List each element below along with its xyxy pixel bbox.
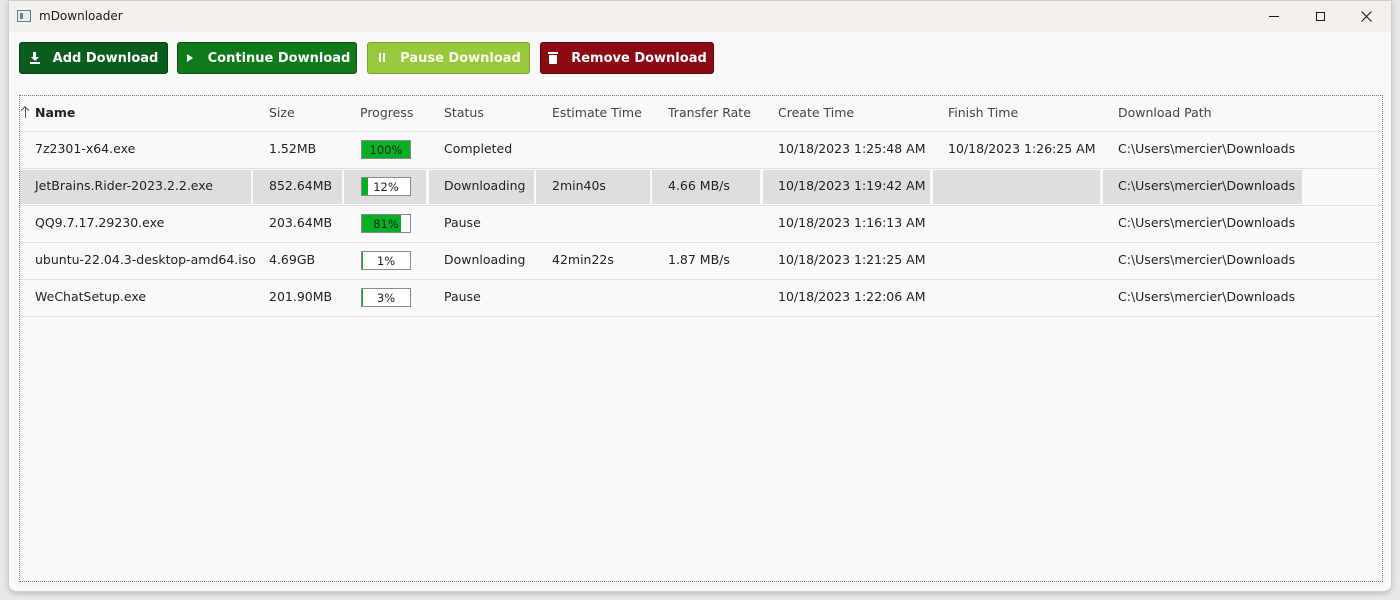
cell-download-path: C:\Users\mercier\Downloads: [1118, 215, 1296, 230]
progress-label: 100%: [369, 143, 403, 157]
continue-download-button[interactable]: Continue Download: [177, 42, 357, 74]
cell-create-time: 10/18/2023 1:19:42 AM: [778, 178, 926, 193]
progress-label: 3%: [376, 291, 396, 305]
table-header: Name Size Progress Status Estimate Time …: [20, 96, 1382, 132]
window-title: mDownloader: [39, 9, 123, 23]
progress-label: 1%: [376, 254, 396, 268]
pause-download-label: Pause Download: [400, 50, 521, 66]
app-icon: [17, 10, 31, 22]
play-icon: [184, 52, 196, 64]
table-row[interactable]: 7z2301-x64.exe 1.52MB Completed 10/18/2023 …: [20, 132, 1382, 169]
maximize-icon: [1315, 12, 1325, 21]
cell-create-time: 10/18/2023 1:21:25 AM: [778, 252, 926, 267]
column-header-finish-time[interactable]: Finish Time: [948, 105, 1018, 120]
progress-bar: 81%: [361, 214, 411, 233]
table-row[interactable]: WeChatSetup.exe 201.90MB Pause 10/18/2023 1…: [20, 280, 1382, 317]
cell-name: JetBrains.Rider-2023.2.2.exe: [35, 178, 213, 193]
downloads-table[interactable]: Name Size Progress Status Estimate Time …: [19, 95, 1383, 582]
cell-finish-time: 10/18/2023 1:26:25 AM: [948, 141, 1096, 156]
sort-ascending-icon: [22, 106, 30, 118]
download-icon: [29, 52, 41, 64]
cell-download-path: C:\Users\mercier\Downloads: [1118, 141, 1296, 156]
pause-icon: [376, 52, 388, 64]
progress-bar: 3%: [361, 288, 411, 307]
cell-size: 1.52MB: [269, 141, 317, 156]
column-header-status[interactable]: Status: [444, 105, 484, 120]
selected-cell-background: [933, 170, 1100, 204]
cell-name: QQ9.7.17.29230.exe: [35, 215, 165, 230]
cell-estimate-time: 2min40s: [552, 178, 606, 193]
minimize-icon: [1269, 16, 1279, 17]
cell-name: WeChatSetup.exe: [35, 289, 147, 304]
progress-bar: 1%: [361, 251, 411, 270]
continue-download-label: Continue Download: [207, 50, 351, 66]
trash-icon: [547, 52, 559, 64]
close-icon: [1360, 11, 1372, 22]
main-window: mDownloader Add Download Continue Downlo…: [8, 0, 1392, 592]
cell-download-path: C:\Users\mercier\Downloads: [1118, 289, 1296, 304]
table-row[interactable]: ubuntu-22.04.3-desktop-amd64.iso 4.69GB Do…: [20, 243, 1382, 280]
cell-create-time: 10/18/2023 1:16:13 AM: [778, 215, 926, 230]
add-download-label: Add Download: [52, 50, 159, 66]
cell-status: Downloading: [444, 252, 526, 267]
cell-create-time: 10/18/2023 1:25:48 AM: [778, 141, 926, 156]
cell-transfer-rate: 1.87 MB/s: [668, 252, 730, 267]
cell-name: 7z2301-x64.exe: [35, 141, 136, 156]
minimize-button[interactable]: [1251, 1, 1297, 32]
title-bar[interactable]: mDownloader: [9, 1, 1391, 32]
column-header-name[interactable]: Name: [35, 105, 75, 120]
cell-name: ubuntu-22.04.3-desktop-amd64.iso: [35, 252, 256, 267]
cell-status: Pause: [444, 289, 481, 304]
cell-download-path: C:\Users\mercier\Downloads: [1118, 178, 1296, 193]
progress-bar: 12%: [361, 177, 411, 196]
cell-status: Pause: [444, 215, 481, 230]
pause-download-button[interactable]: Pause Download: [367, 42, 530, 74]
cell-status: Completed: [444, 141, 513, 156]
column-header-progress[interactable]: Progress: [360, 105, 413, 120]
column-header-download-path[interactable]: Download Path: [1118, 105, 1212, 120]
cell-size: 852.64MB: [269, 178, 333, 193]
cell-create-time: 10/18/2023 1:22:06 AM: [778, 289, 926, 304]
cell-size: 201.90MB: [269, 289, 333, 304]
table-row[interactable]: QQ9.7.17.29230.exe 203.64MB Pause 10/18/202…: [20, 206, 1382, 243]
column-header-create-time[interactable]: Create Time: [778, 105, 854, 120]
cell-download-path: C:\Users\mercier\Downloads: [1118, 252, 1296, 267]
progress-bar: 100%: [361, 140, 411, 159]
cell-transfer-rate: 4.66 MB/s: [668, 178, 730, 193]
column-header-estimate-time[interactable]: Estimate Time: [552, 105, 642, 120]
column-header-size[interactable]: Size: [269, 105, 295, 120]
progress-label: 81%: [373, 217, 399, 231]
cell-size: 4.69GB: [269, 252, 316, 267]
table-row[interactable]: JetBrains.Rider-2023.2.2.exe 852.64MB Down…: [20, 169, 1382, 206]
close-button[interactable]: [1343, 1, 1389, 32]
remove-download-label: Remove Download: [571, 50, 707, 66]
cell-size: 203.64MB: [269, 215, 333, 230]
column-header-transfer-rate[interactable]: Transfer Rate: [668, 105, 751, 120]
cell-status: Downloading: [444, 178, 526, 193]
cell-estimate-time: 42min22s: [552, 252, 614, 267]
progress-label: 12%: [373, 180, 399, 194]
maximize-button[interactable]: [1297, 1, 1343, 32]
remove-download-button[interactable]: Remove Download: [540, 42, 714, 74]
add-download-button[interactable]: Add Download: [19, 42, 168, 74]
